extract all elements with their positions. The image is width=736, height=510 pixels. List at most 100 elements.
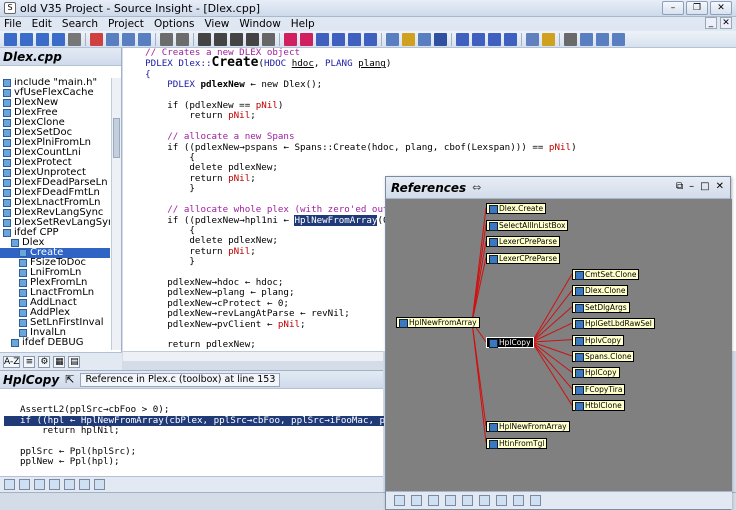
ctx-tool-icon[interactable] <box>34 479 45 490</box>
toolbar-button-icon[interactable] <box>580 32 593 46</box>
toolbar-button-icon[interactable] <box>332 32 345 46</box>
menu-search[interactable]: Search <box>57 18 103 30</box>
ctx-tool-icon[interactable] <box>64 479 75 490</box>
graph-node[interactable]: HtblClone <box>572 400 625 412</box>
graph-node[interactable]: Dlex.Create <box>486 203 547 214</box>
toolbar-button-icon[interactable] <box>612 32 625 46</box>
menu-help[interactable]: Help <box>286 18 320 30</box>
toolbar-button-icon[interactable] <box>456 32 469 46</box>
menu-window[interactable]: Window <box>234 18 285 30</box>
symbol-list-item[interactable]: ifdef CPP <box>0 228 110 238</box>
ref-tool-icon[interactable] <box>428 495 439 506</box>
minimize-icon[interactable]: – <box>689 181 694 192</box>
context-pin-icon[interactable]: ⇱ <box>65 373 74 386</box>
maximize-icon[interactable]: □ <box>700 181 709 192</box>
toolbar-button-icon[interactable] <box>316 32 329 46</box>
minimize-icon[interactable]: – <box>662 1 684 15</box>
menu-view[interactable]: View <box>199 18 234 30</box>
ref-tool-icon[interactable] <box>445 495 456 506</box>
graph-node[interactable]: HplCopy <box>486 337 534 348</box>
toolbar-button-icon[interactable] <box>262 32 275 46</box>
graph-node[interactable]: Dlex.Clone <box>572 285 629 297</box>
toolbar-button-icon[interactable] <box>4 32 17 46</box>
ref-tool-icon[interactable] <box>394 495 405 506</box>
close-icon[interactable]: ✕ <box>710 1 732 15</box>
browse-icon[interactable]: ▦ <box>53 355 66 368</box>
toolbar-button-icon[interactable] <box>434 32 447 46</box>
ctx-tool-icon[interactable] <box>94 479 105 490</box>
graph-node[interactable]: HplvCopy <box>572 334 624 346</box>
pin-icon[interactable]: ⇔ <box>472 181 481 194</box>
ctx-tool-icon[interactable] <box>4 479 15 490</box>
references-window[interactable]: References ⇔ ⧉ – □ ✕ HplNewFromArray Dlex… <box>385 176 732 510</box>
toolbar-button-icon[interactable] <box>138 32 151 46</box>
graph-node[interactable]: HplNewFromArray <box>486 421 570 432</box>
toolbar-button-icon[interactable] <box>488 32 501 46</box>
toolbar-button-icon[interactable] <box>20 32 33 46</box>
graph-node[interactable]: HplCopy <box>572 367 620 379</box>
ctx-tool-icon[interactable] <box>19 479 30 490</box>
ctx-tool-icon[interactable] <box>49 479 60 490</box>
graph-node[interactable]: SetDlgArgs <box>572 301 630 313</box>
dock-icon[interactable]: ⧉ <box>676 181 683 192</box>
toolbar-button-icon[interactable] <box>402 32 415 46</box>
toolbar-button-icon[interactable] <box>542 32 555 46</box>
toolbar-button-icon[interactable] <box>176 32 189 46</box>
toolbar-button-icon[interactable] <box>348 32 361 46</box>
ref-tool-icon[interactable] <box>462 495 473 506</box>
ref-tool-icon[interactable] <box>530 495 541 506</box>
toolbar-button-icon[interactable] <box>68 32 81 46</box>
toolbar-button-icon[interactable] <box>596 32 609 46</box>
graph-node[interactable]: LexerCPreParse <box>486 252 560 264</box>
toolbar-button-icon[interactable] <box>36 32 49 46</box>
toolbar-button-icon[interactable] <box>198 32 211 46</box>
toolbar-button-icon[interactable] <box>526 32 539 46</box>
ref-tool-icon[interactable] <box>496 495 507 506</box>
toolbar-button-icon[interactable] <box>300 32 313 46</box>
toolbar-button-icon[interactable] <box>472 32 485 46</box>
toolbar-button-icon[interactable] <box>418 32 431 46</box>
settings-icon[interactable]: ⚙ <box>38 355 51 368</box>
graph-node[interactable]: LexerCPreParse <box>486 236 560 247</box>
toolbar-button-icon[interactable] <box>230 32 243 46</box>
graph-node[interactable]: SelectAllInListBox <box>486 219 569 231</box>
ref-tool-icon[interactable] <box>411 495 422 506</box>
list-icon[interactable]: ≡ <box>23 355 36 368</box>
toolbar-button-icon[interactable] <box>106 32 119 46</box>
graph-node[interactable]: CmtSet.Clone <box>572 269 640 280</box>
mdi-minimize-icon[interactable]: _ <box>705 17 717 29</box>
toolbar-button-icon[interactable] <box>52 32 65 46</box>
toolbar-button-icon[interactable] <box>386 32 399 46</box>
toolbar-button-icon[interactable] <box>214 32 227 46</box>
editor-hscrollbar[interactable] <box>123 351 383 361</box>
symbol-scrollbar[interactable] <box>111 78 121 350</box>
sort-az-icon[interactable]: A-Z <box>3 355 21 368</box>
scroll-thumb[interactable] <box>113 118 120 158</box>
toolbar-button-icon[interactable] <box>284 32 297 46</box>
menu-project[interactable]: Project <box>103 18 149 30</box>
restore-icon[interactable]: ❐ <box>686 1 708 15</box>
graph-node[interactable]: FCopyTira <box>572 383 626 395</box>
menu-options[interactable]: Options <box>149 18 200 30</box>
toolbar-button-icon[interactable] <box>122 32 135 46</box>
graph-node[interactable]: HplGetLbdRawSel <box>572 318 655 330</box>
symbol-list-item[interactable]: ifdef DEBUG <box>0 338 110 348</box>
relation-graph[interactable]: HplNewFromArray Dlex.Create SelectAllInLis… <box>386 199 732 492</box>
ref-tool-icon[interactable] <box>479 495 490 506</box>
toolbar-button-icon[interactable] <box>364 32 377 46</box>
graph-node[interactable]: HplNewFromArray <box>396 317 480 328</box>
toolbar-button-icon[interactable] <box>564 32 577 46</box>
toolbar-button-icon[interactable] <box>246 32 259 46</box>
close-icon[interactable]: ✕ <box>716 181 724 192</box>
menu-file[interactable]: File <box>0 18 27 30</box>
toolbar-button-icon[interactable] <box>160 32 173 46</box>
ctx-tool-icon[interactable] <box>79 479 90 490</box>
graph-node[interactable]: Spans.Clone <box>572 351 635 362</box>
properties-icon[interactable]: ▤ <box>68 355 81 368</box>
graph-node[interactable]: HtinFromTgl <box>486 437 548 449</box>
menu-edit[interactable]: Edit <box>27 18 57 30</box>
mdi-close-icon[interactable]: ✕ <box>720 17 732 29</box>
toolbar-button-icon[interactable] <box>504 32 517 46</box>
ref-tool-icon[interactable] <box>513 495 524 506</box>
toolbar-button-icon[interactable] <box>90 32 103 46</box>
